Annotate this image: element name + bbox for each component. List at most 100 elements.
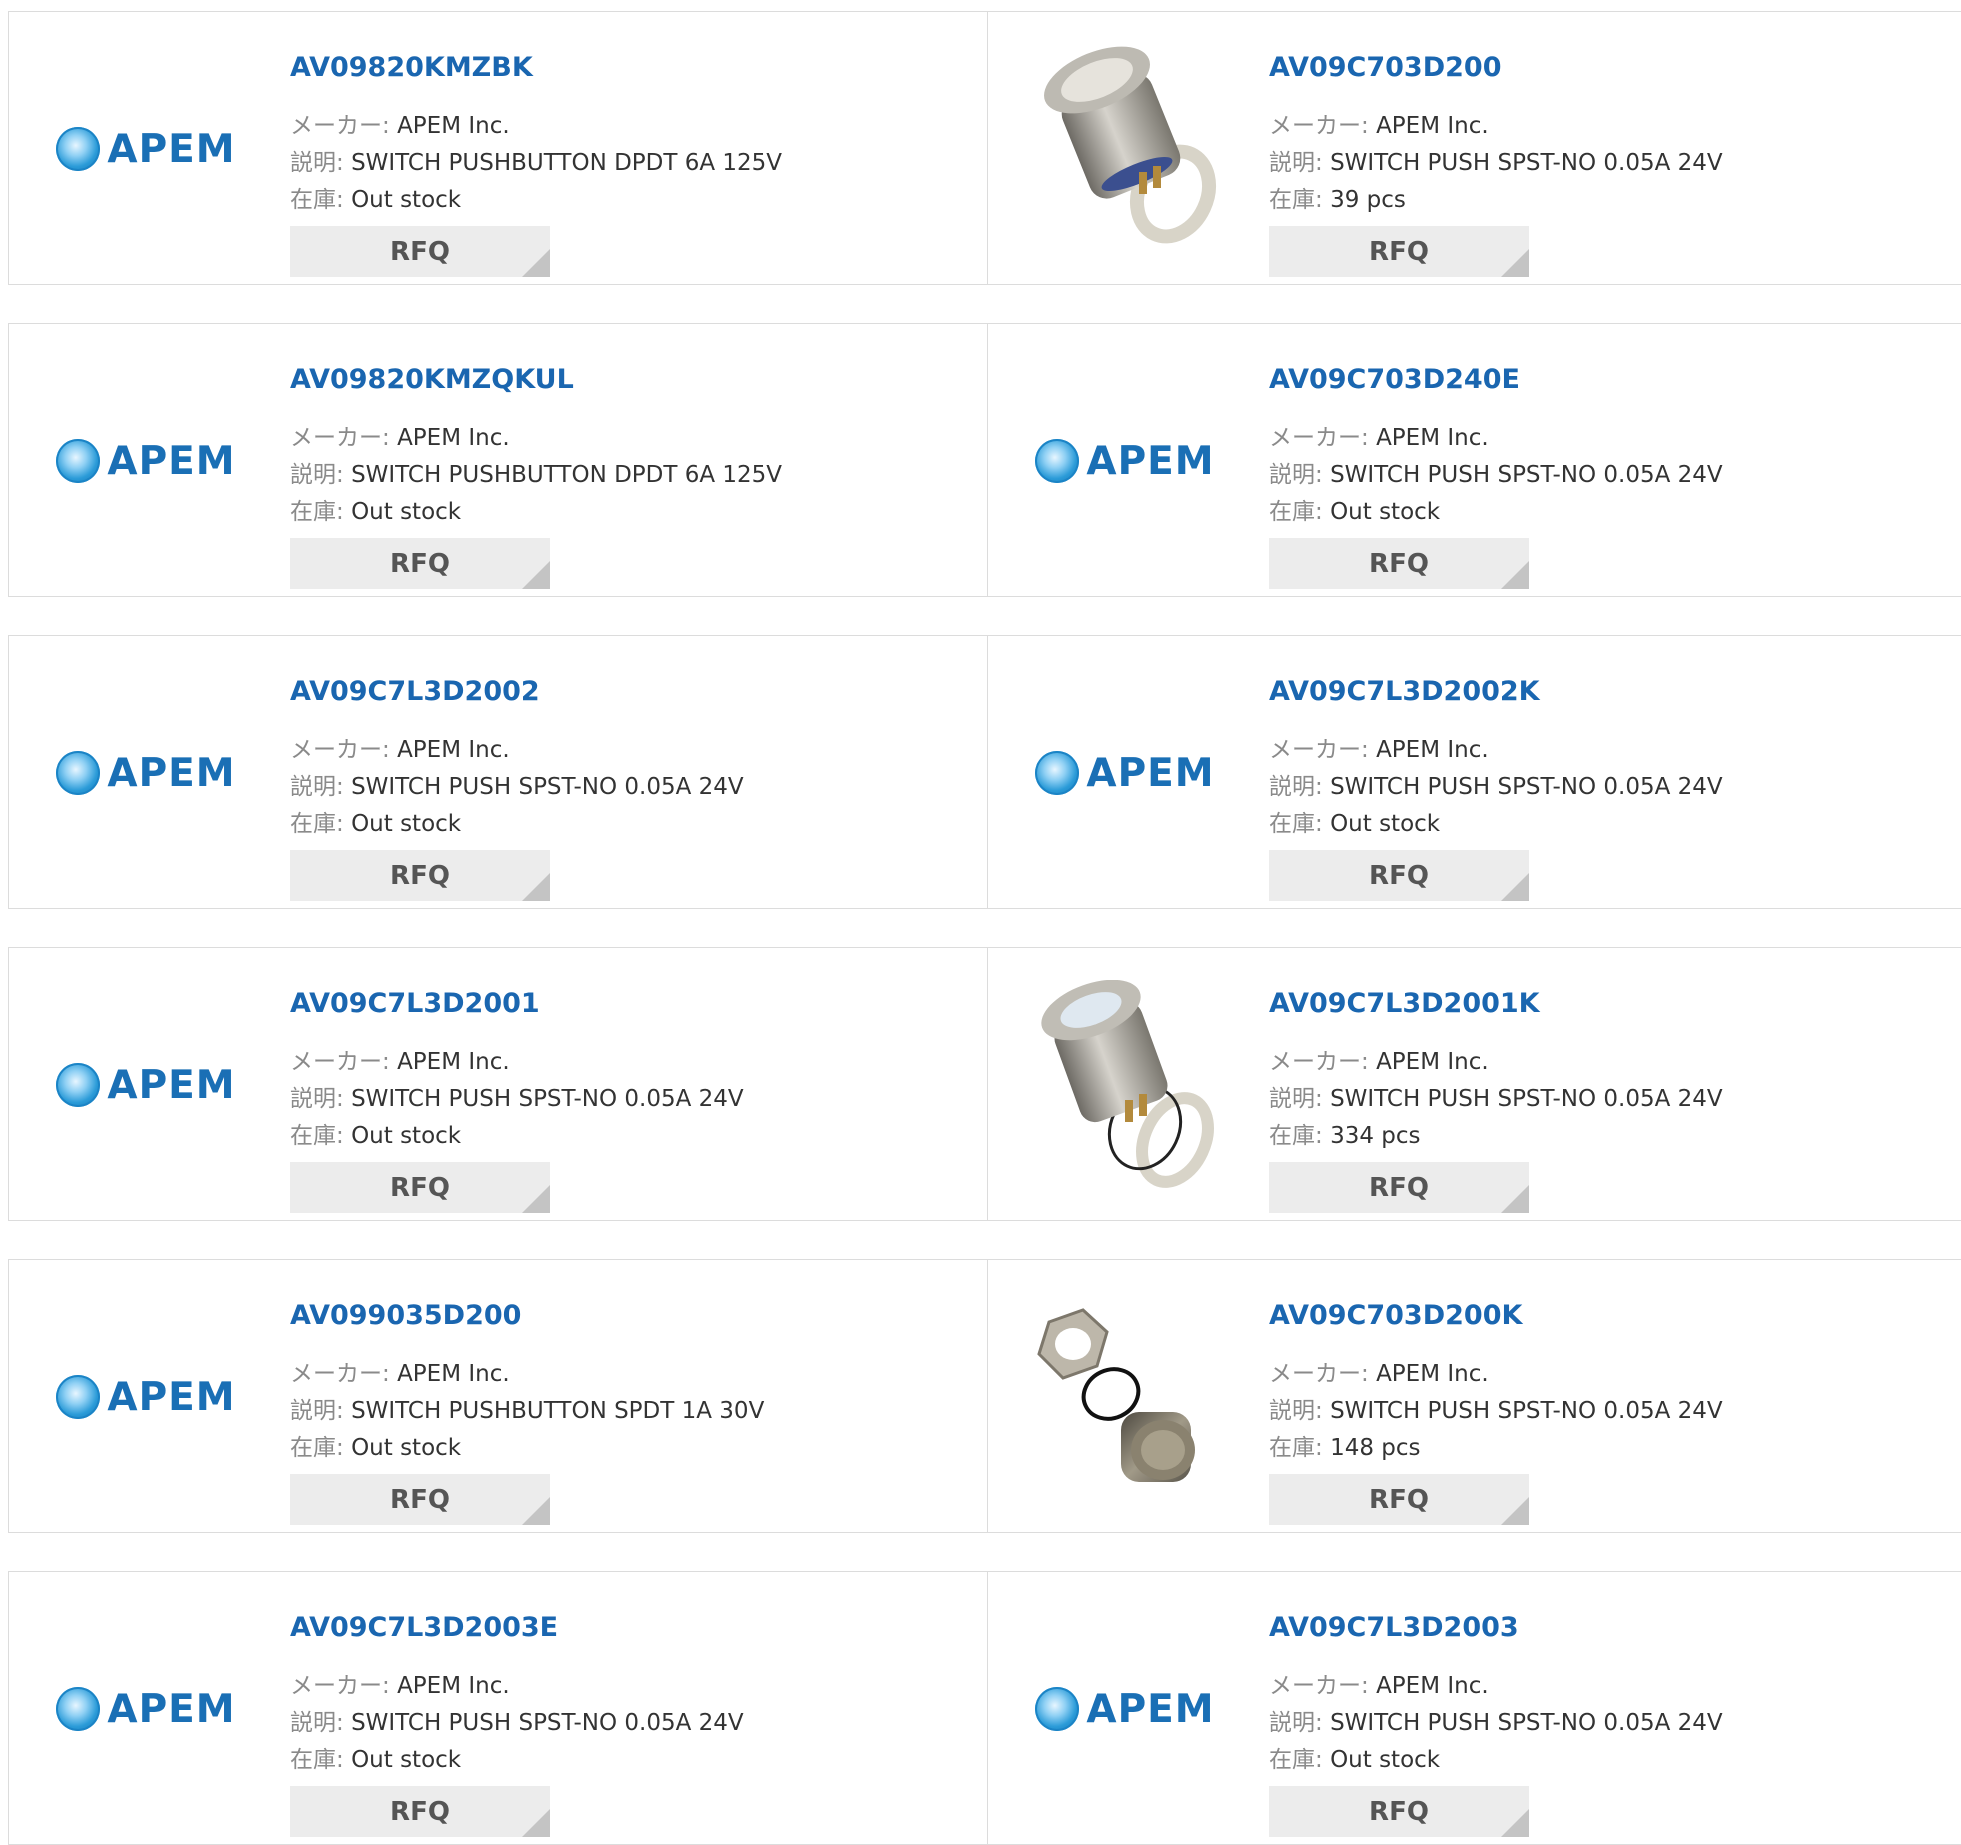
corner-triangle-icon	[522, 1497, 550, 1525]
manufacturer-label: メーカー:	[1269, 737, 1369, 763]
product-card: AV09C7L3D2001K メーカー: APEM Inc. 説明: SWITCH …	[987, 948, 1961, 1220]
description-line: 説明: SWITCH PUSHBUTTON SPDT 1A 30V	[290, 1391, 764, 1425]
rfq-button[interactable]: RFQ	[1269, 1474, 1529, 1525]
description-value: SWITCH PUSHBUTTON SPDT 1A 30V	[351, 1398, 765, 1424]
apem-logo-text: APEM	[1086, 438, 1215, 484]
product-thumbnail[interactable]: APEM	[41, 660, 251, 886]
product-thumbnail[interactable]: APEM	[1020, 1596, 1230, 1822]
manufacturer-value: APEM Inc.	[397, 1361, 510, 1387]
switch-photo	[1041, 980, 1214, 1188]
description-value: SWITCH PUSH SPST-NO 0.05A 24V	[1330, 774, 1723, 800]
manufacturer-value: APEM Inc.	[397, 1049, 510, 1075]
apem-logo-mark	[1035, 1687, 1080, 1731]
description-label: 説明:	[1269, 150, 1323, 176]
corner-triangle-icon	[1501, 873, 1529, 901]
description-line: 説明: SWITCH PUSH SPST-NO 0.05A 24V	[1269, 143, 1723, 177]
product-thumbnail[interactable]	[1020, 972, 1230, 1198]
rfq-label: RFQ	[1369, 1172, 1429, 1203]
switch-photo	[1037, 1308, 1195, 1482]
apem-logo: APEM	[1035, 439, 1214, 484]
manufacturer-line: メーカー: APEM Inc.	[290, 1354, 510, 1388]
manufacturer-label: メーカー:	[290, 1673, 390, 1699]
rfq-button[interactable]: RFQ	[290, 850, 550, 901]
product-thumbnail[interactable]: APEM	[1020, 348, 1230, 574]
product-row: APEM AV09C7L3D2002 メーカー: APEM Inc. 説明: SWI…	[8, 635, 1961, 909]
rfq-button[interactable]: RFQ	[290, 1786, 550, 1837]
description-value: SWITCH PUSHBUTTON DPDT 6A 125V	[351, 150, 783, 176]
part-number-link[interactable]: AV09C703D200K	[1269, 1300, 1522, 1331]
part-number-link[interactable]: AV09C7L3D2001	[290, 988, 540, 1019]
product-card: APEM AV09C7L3D2003 メーカー: APEM Inc. 説明: SWI…	[987, 1572, 1961, 1844]
description-value: SWITCH PUSH SPST-NO 0.05A 24V	[1330, 1086, 1723, 1112]
description-label: 説明:	[1269, 774, 1323, 800]
rfq-button[interactable]: RFQ	[1269, 850, 1529, 901]
rfq-button[interactable]: RFQ	[290, 538, 550, 589]
stock-line: 在庫: Out stock	[1269, 804, 1440, 838]
product-thumbnail[interactable]: APEM	[41, 36, 251, 262]
description-line: 説明: SWITCH PUSH SPST-NO 0.05A 24V	[1269, 455, 1723, 489]
product-row: APEM AV09C7L3D2003E メーカー: APEM Inc. 説明: SW…	[8, 1571, 1961, 1845]
manufacturer-value: APEM Inc.	[397, 737, 510, 763]
part-number-link[interactable]: AV099035D200	[290, 1300, 521, 1331]
manufacturer-value: APEM Inc.	[1376, 737, 1489, 763]
part-number-link[interactable]: AV09C7L3D2002	[290, 676, 540, 707]
part-number-link[interactable]: AV09C703D200	[1269, 52, 1501, 83]
stock-line: 在庫: Out stock	[290, 180, 461, 214]
apem-logo-text: APEM	[107, 1686, 236, 1732]
product-thumbnail[interactable]: APEM	[41, 1284, 251, 1510]
manufacturer-value: APEM Inc.	[1376, 1049, 1489, 1075]
apem-logo-text: APEM	[107, 750, 236, 796]
product-thumbnail[interactable]: APEM	[41, 1596, 251, 1822]
manufacturer-label: メーカー:	[290, 1049, 390, 1075]
corner-triangle-icon	[1501, 561, 1529, 589]
rfq-button[interactable]: RFQ	[1269, 1786, 1529, 1837]
description-value: SWITCH PUSH SPST-NO 0.05A 24V	[351, 1710, 744, 1736]
stock-label: 在庫:	[1269, 1747, 1323, 1773]
product-card: APEM AV09820KMZBK メーカー: APEM Inc. 説明: SWIT…	[9, 12, 986, 284]
description-value: SWITCH PUSH SPST-NO 0.05A 24V	[1330, 150, 1723, 176]
part-number-link[interactable]: AV09C7L3D2003E	[290, 1612, 558, 1643]
product-thumbnail[interactable]	[1020, 1284, 1230, 1510]
manufacturer-label: メーカー:	[290, 113, 390, 139]
rfq-button[interactable]: RFQ	[1269, 1162, 1529, 1213]
product-thumbnail[interactable]: APEM	[41, 348, 251, 574]
manufacturer-value: APEM Inc.	[1376, 425, 1489, 451]
manufacturer-value: APEM Inc.	[397, 425, 510, 451]
manufacturer-label: メーカー:	[290, 1361, 390, 1387]
stock-value: Out stock	[351, 1123, 462, 1149]
manufacturer-value: APEM Inc.	[397, 113, 510, 139]
stock-line: 在庫: Out stock	[290, 1740, 461, 1774]
description-label: 説明:	[290, 1086, 344, 1112]
stock-value: Out stock	[351, 187, 462, 213]
product-row: APEM AV099035D200 メーカー: APEM Inc. 説明: SWIT…	[8, 1259, 1961, 1533]
part-number-link[interactable]: AV09820KMZBK	[290, 52, 533, 83]
product-card: APEM AV09C7L3D2002K メーカー: APEM Inc. 説明: SW…	[987, 636, 1961, 908]
stock-value: Out stock	[351, 811, 462, 837]
product-row: APEM AV09820KMZQKUL メーカー: APEM Inc. 説明: SW…	[8, 323, 1961, 597]
apem-logo: APEM	[1035, 1687, 1214, 1732]
part-number-link[interactable]: AV09C7L3D2001K	[1269, 988, 1540, 1019]
rfq-button[interactable]: RFQ	[1269, 538, 1529, 589]
description-line: 説明: SWITCH PUSH SPST-NO 0.05A 24V	[290, 1703, 744, 1737]
rfq-button[interactable]: RFQ	[290, 1474, 550, 1525]
rfq-label: RFQ	[1369, 1484, 1429, 1515]
apem-logo-text: APEM	[1086, 750, 1215, 796]
rfq-label: RFQ	[1369, 548, 1429, 579]
description-label: 説明:	[1269, 462, 1323, 488]
rfq-button[interactable]: RFQ	[1269, 226, 1529, 277]
part-number-link[interactable]: AV09C7L3D2003	[1269, 1612, 1519, 1643]
stock-line: 在庫: 148 pcs	[1269, 1428, 1421, 1462]
corner-triangle-icon	[522, 249, 550, 277]
part-number-link[interactable]: AV09820KMZQKUL	[290, 364, 574, 395]
stock-value: Out stock	[351, 1747, 462, 1773]
rfq-button[interactable]: RFQ	[290, 226, 550, 277]
rfq-label: RFQ	[390, 548, 450, 579]
rfq-button[interactable]: RFQ	[290, 1162, 550, 1213]
product-thumbnail[interactable]: APEM	[1020, 660, 1230, 886]
product-thumbnail[interactable]	[1020, 36, 1230, 262]
part-number-link[interactable]: AV09C7L3D2002K	[1269, 676, 1540, 707]
part-number-link[interactable]: AV09C703D240E	[1269, 364, 1520, 395]
product-thumbnail[interactable]: APEM	[41, 972, 251, 1198]
stock-line: 在庫: Out stock	[290, 1428, 461, 1462]
apem-logo: APEM	[1035, 751, 1214, 796]
